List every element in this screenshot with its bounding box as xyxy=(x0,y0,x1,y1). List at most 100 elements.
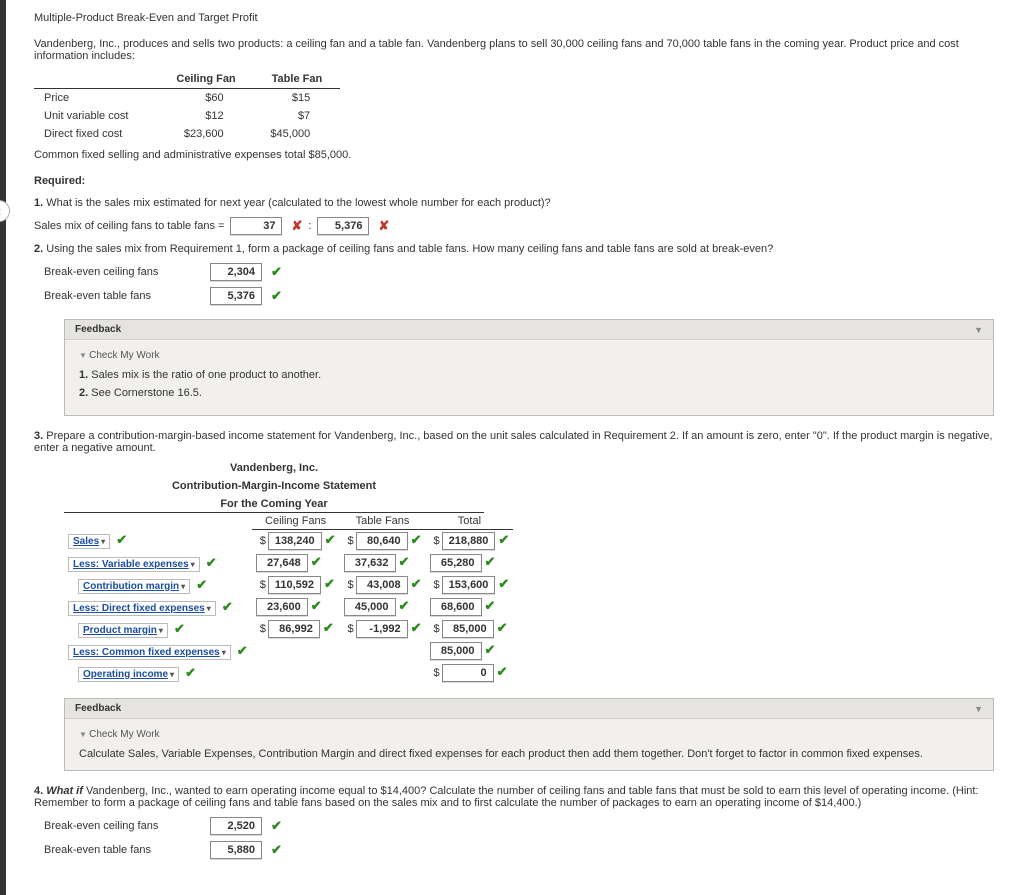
collapse-icon[interactable]: ▼ xyxy=(974,325,983,335)
sales-table-input[interactable]: 80,640 xyxy=(356,532,408,550)
required-heading: Required: xyxy=(34,175,1004,187)
col-table: Table Fan xyxy=(254,70,341,89)
pm-table-input[interactable]: -1,992 xyxy=(356,620,408,638)
prev-page-chevron[interactable]: ‹ xyxy=(0,200,10,222)
pm-ceiling-input[interactable]: 86,992 xyxy=(268,620,320,638)
income-statement: Vandenberg, Inc. Contribution-Margin-Inc… xyxy=(64,462,1004,684)
row-cm: Contribution margin▾ ✔ $110,592✔ $43,008… xyxy=(64,574,513,596)
check-icon: ✔ xyxy=(271,842,282,858)
check-icon: ✔ xyxy=(399,598,410,613)
row-cfe: Less: Common fixed expenses▾ ✔ 85,000✔ xyxy=(64,640,513,662)
q2-label-1: Break-even ceiling fans xyxy=(44,266,204,278)
intro-text: Vandenberg, Inc., produces and sells two… xyxy=(34,38,1004,62)
check-icon: ✔ xyxy=(237,643,248,658)
check-icon: ✔ xyxy=(271,288,282,304)
feedback-body-text: Calculate Sales, Variable Expenses, Cont… xyxy=(79,748,979,760)
check-icon: ✔ xyxy=(411,532,422,547)
cm-dropdown[interactable]: Contribution margin▾ xyxy=(78,579,190,594)
sales-ceiling-input[interactable]: 138,240 xyxy=(268,532,322,550)
varexp-table-input[interactable]: 37,632 xyxy=(344,554,396,572)
dfe-ceiling-input[interactable]: 23,600 xyxy=(256,598,308,616)
check-icon: ✔ xyxy=(271,264,282,280)
check-icon: ✔ xyxy=(411,620,422,635)
check-icon: ✔ xyxy=(311,598,322,613)
row-dfc-label: Direct fixed cost xyxy=(34,125,158,143)
collapse-icon[interactable]: ▼ xyxy=(974,704,983,714)
sales-total-input[interactable]: 218,880 xyxy=(442,532,496,550)
oi-dropdown[interactable]: Operating income▾ xyxy=(78,667,179,682)
col-ceiling-fans: Ceiling Fans xyxy=(252,513,340,530)
check-icon: ✔ xyxy=(399,554,410,569)
check-icon: ✔ xyxy=(325,532,336,547)
cfe-total-input[interactable]: 85,000 xyxy=(430,642,482,660)
q4-whatif: What if xyxy=(46,785,83,797)
page-title: Multiple-Product Break-Even and Target P… xyxy=(34,12,1004,24)
q4-label-1: Break-even ceiling fans xyxy=(44,820,204,832)
feedback-panel-1: Feedback▼ Check My Work 1. Sales mix is … xyxy=(64,319,994,416)
price-ceiling: $60 xyxy=(158,89,253,108)
feedback-heading: Feedback xyxy=(75,703,121,714)
check-icon: ✔ xyxy=(185,665,196,680)
check-icon: ✔ xyxy=(311,554,322,569)
check-icon: ✔ xyxy=(174,621,185,636)
cm-table-input[interactable]: 43,008 xyxy=(356,576,408,594)
q2-label-2: Break-even table fans xyxy=(44,290,204,302)
stmt-period: For the Coming Year xyxy=(64,498,484,513)
feedback-panel-2: Feedback ▼ Check My Work Calculate Sales,… xyxy=(64,698,994,771)
cfe-dropdown[interactable]: Less: Common fixed expenses▾ xyxy=(68,645,231,660)
q1-label: Sales mix of ceiling fans to table fans … xyxy=(34,220,224,232)
q4-text: 4. What if Vandenberg, Inc., wanted to e… xyxy=(34,785,1004,809)
dfc-ceiling: $23,600 xyxy=(158,125,253,143)
check-icon: ✔ xyxy=(222,599,233,614)
col-ceiling: Ceiling Fan xyxy=(158,70,253,89)
q1-colon: : xyxy=(308,220,311,232)
q2-input-1[interactable]: 2,304 xyxy=(210,263,262,281)
pm-dropdown[interactable]: Product margin▾ xyxy=(78,623,168,638)
stmt-company: Vandenberg, Inc. xyxy=(64,462,484,474)
wrong-icon: ✘ xyxy=(378,218,389,234)
q4-input-1[interactable]: 2,520 xyxy=(210,817,262,835)
col-table-fans: Table Fans xyxy=(340,513,426,530)
q2-text: 2. Using the sales mix from Requirement … xyxy=(34,243,1004,255)
check-icon: ✔ xyxy=(485,598,496,613)
check-icon: ✔ xyxy=(116,532,127,547)
check-my-work[interactable]: Check My Work xyxy=(79,729,979,740)
dfe-total-input[interactable]: 68,600 xyxy=(430,598,482,616)
q1-input-1[interactable]: 37 xyxy=(230,217,282,235)
row-price-label: Price xyxy=(34,89,158,108)
q4-body: Vandenberg, Inc., wanted to earn operati… xyxy=(34,785,979,809)
check-icon: ✔ xyxy=(498,532,509,547)
varexp-total-input[interactable]: 65,280 xyxy=(430,554,482,572)
sales-dropdown[interactable]: Sales▾ xyxy=(68,534,110,549)
cm-total-input[interactable]: 153,600 xyxy=(442,576,496,594)
row-oi: Operating income▾ ✔ $0✔ xyxy=(64,662,513,684)
col-total: Total xyxy=(426,513,514,530)
q2-input-2[interactable]: 5,376 xyxy=(210,287,262,305)
dfe-table-input[interactable]: 45,000 xyxy=(344,598,396,616)
row-dfe: Less: Direct fixed expenses▾ ✔ 23,600✔ 4… xyxy=(64,596,513,618)
check-icon: ✔ xyxy=(485,642,496,657)
price-table: $15 xyxy=(254,89,341,108)
row-sales: Sales▾ ✔ $138,240✔ $80,640✔ $218,880✔ xyxy=(64,530,513,553)
cm-ceiling-input[interactable]: 110,592 xyxy=(268,576,321,594)
oi-total-input[interactable]: 0 xyxy=(442,664,494,682)
check-icon: ✔ xyxy=(497,664,508,679)
varexp-dropdown[interactable]: Less: Variable expenses▾ xyxy=(68,557,200,572)
check-icon: ✔ xyxy=(271,818,282,834)
check-my-work[interactable]: Check My Work xyxy=(79,350,979,361)
q4-input-2[interactable]: 5,880 xyxy=(210,841,262,859)
row-uvc-label: Unit variable cost xyxy=(34,107,158,125)
check-icon: ✔ xyxy=(497,620,508,635)
q1-input-2[interactable]: 5,376 xyxy=(317,217,369,235)
uvc-table: $7 xyxy=(254,107,341,125)
varexp-ceiling-input[interactable]: 27,648 xyxy=(256,554,308,572)
dfe-dropdown[interactable]: Less: Direct fixed expenses▾ xyxy=(68,601,216,616)
dfc-table: $45,000 xyxy=(254,125,341,143)
check-icon: ✔ xyxy=(498,576,509,591)
pm-total-input[interactable]: 85,000 xyxy=(442,620,494,638)
check-icon: ✔ xyxy=(196,577,207,592)
check-icon: ✔ xyxy=(323,620,334,635)
check-icon: ✔ xyxy=(485,554,496,569)
uvc-ceiling: $12 xyxy=(158,107,253,125)
q4-lead: 4. xyxy=(34,785,46,797)
